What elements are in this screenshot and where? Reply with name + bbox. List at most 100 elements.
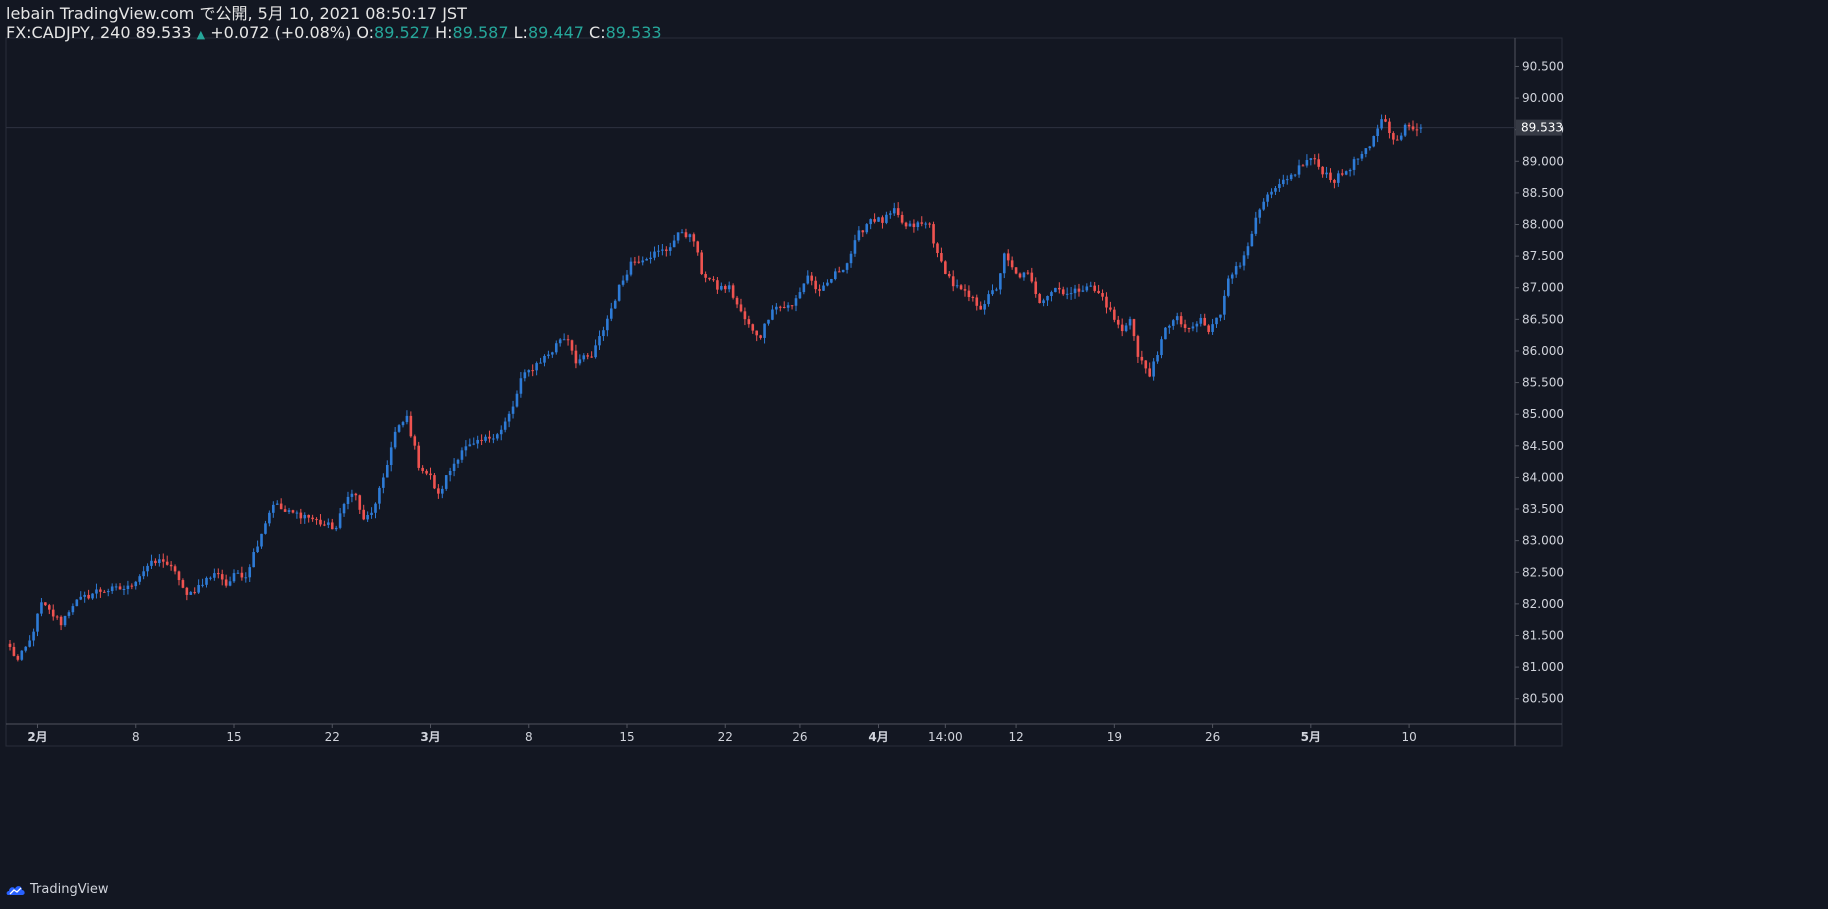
candle[interactable]	[841, 269, 845, 273]
candle[interactable]	[665, 246, 668, 257]
candle[interactable]	[778, 305, 782, 312]
candle[interactable]	[350, 489, 354, 503]
candle[interactable]	[40, 598, 43, 617]
candle[interactable]	[1297, 159, 1301, 178]
candle[interactable]	[987, 290, 990, 307]
candle[interactable]	[1203, 313, 1207, 326]
candle[interactable]	[1038, 292, 1041, 304]
candle[interactable]	[861, 229, 865, 237]
candle[interactable]	[609, 302, 613, 322]
candle[interactable]	[260, 533, 263, 549]
candle[interactable]	[1384, 114, 1387, 123]
candle[interactable]	[712, 276, 715, 282]
candle[interactable]	[1305, 154, 1309, 168]
candle[interactable]	[468, 438, 472, 447]
candle[interactable]	[464, 440, 468, 457]
candle[interactable]	[433, 473, 436, 490]
candle[interactable]	[885, 211, 888, 225]
candle[interactable]	[1293, 173, 1297, 178]
candle[interactable]	[511, 400, 515, 419]
candle[interactable]	[637, 255, 641, 264]
candle[interactable]	[236, 569, 240, 574]
candle[interactable]	[716, 277, 719, 294]
candle[interactable]	[547, 350, 550, 359]
candle[interactable]	[704, 271, 707, 283]
candle[interactable]	[323, 520, 326, 527]
candle[interactable]	[975, 294, 979, 311]
candle[interactable]	[358, 494, 362, 515]
candle[interactable]	[429, 467, 432, 480]
candle[interactable]	[641, 256, 645, 266]
candle[interactable]	[1054, 287, 1057, 293]
candle[interactable]	[295, 510, 299, 519]
candle[interactable]	[613, 299, 617, 309]
candle[interactable]	[531, 364, 534, 377]
candle[interactable]	[720, 282, 723, 291]
candle[interactable]	[150, 554, 153, 569]
candle[interactable]	[523, 369, 527, 382]
candle[interactable]	[543, 354, 546, 367]
candle[interactable]	[940, 247, 943, 263]
candle[interactable]	[759, 334, 762, 340]
candle[interactable]	[193, 587, 197, 595]
candle[interactable]	[625, 270, 629, 283]
candle[interactable]	[173, 564, 177, 575]
candle[interactable]	[1211, 318, 1214, 335]
candle[interactable]	[1364, 148, 1368, 158]
candle[interactable]	[1179, 312, 1183, 328]
candle[interactable]	[401, 420, 405, 428]
candle[interactable]	[1030, 267, 1034, 284]
candle[interactable]	[492, 434, 495, 444]
candle[interactable]	[944, 260, 947, 275]
candle[interactable]	[1069, 286, 1073, 300]
candle[interactable]	[519, 372, 523, 398]
candle[interactable]	[1058, 282, 1061, 294]
candle[interactable]	[268, 510, 271, 527]
candle[interactable]	[554, 340, 558, 355]
candle[interactable]	[947, 271, 951, 279]
candle[interactable]	[1148, 362, 1151, 378]
candle[interactable]	[739, 298, 743, 313]
candle[interactable]	[1207, 324, 1210, 335]
candle[interactable]	[1187, 327, 1191, 333]
candle[interactable]	[802, 283, 806, 295]
candle[interactable]	[283, 505, 287, 513]
candle[interactable]	[790, 305, 794, 310]
candle[interactable]	[775, 303, 778, 315]
candle[interactable]	[8, 640, 12, 651]
candle[interactable]	[617, 284, 621, 302]
candle[interactable]	[1403, 123, 1407, 138]
candle[interactable]	[63, 615, 67, 627]
candle[interactable]	[830, 278, 833, 284]
candle[interactable]	[315, 517, 318, 525]
candle[interactable]	[1022, 271, 1026, 281]
candle[interactable]	[1152, 358, 1155, 381]
candle[interactable]	[598, 330, 601, 351]
candle[interactable]	[287, 507, 291, 515]
candle[interactable]	[782, 301, 786, 309]
candle[interactable]	[83, 591, 86, 603]
candle[interactable]	[382, 473, 385, 494]
candle[interactable]	[582, 353, 586, 362]
candle[interactable]	[912, 219, 916, 233]
candle[interactable]	[1077, 283, 1081, 297]
candle[interactable]	[653, 246, 656, 261]
candle[interactable]	[224, 574, 228, 588]
candle[interactable]	[1258, 208, 1262, 224]
candle[interactable]	[602, 326, 605, 341]
candle[interactable]	[727, 281, 731, 293]
candle[interactable]	[385, 460, 389, 478]
candle[interactable]	[1199, 313, 1203, 327]
candle[interactable]	[51, 604, 55, 621]
candle[interactable]	[142, 566, 145, 580]
candle[interactable]	[991, 284, 994, 296]
candle[interactable]	[421, 465, 424, 474]
candle[interactable]	[248, 564, 252, 582]
candle[interactable]	[228, 576, 232, 587]
candle[interactable]	[99, 587, 102, 598]
candle[interactable]	[307, 514, 310, 523]
candle[interactable]	[28, 635, 31, 648]
candle[interactable]	[1195, 321, 1199, 333]
candle[interactable]	[1250, 230, 1254, 247]
candle[interactable]	[1105, 292, 1108, 314]
